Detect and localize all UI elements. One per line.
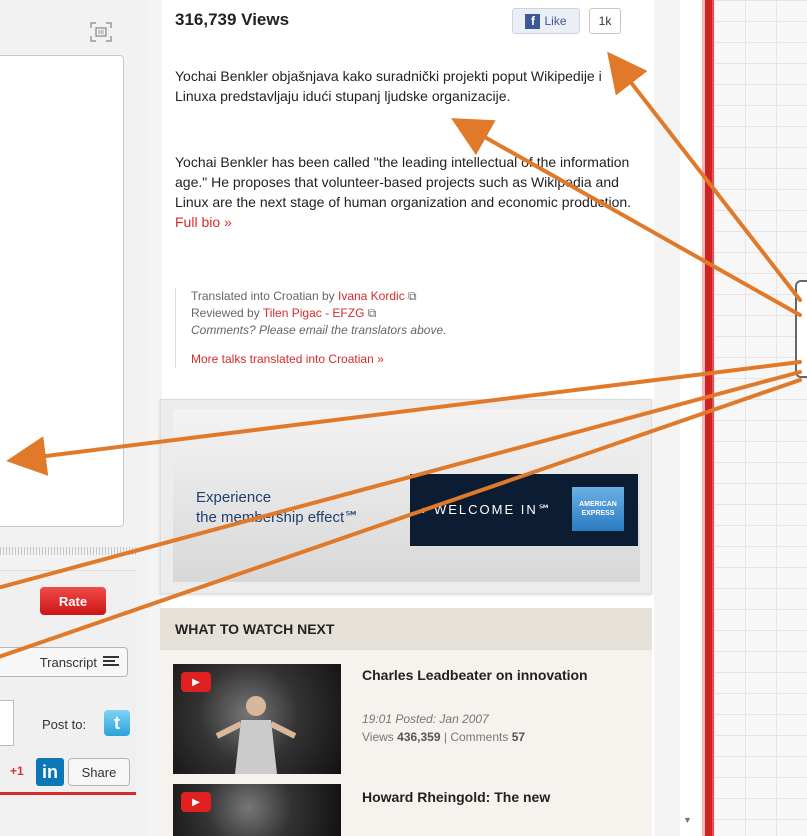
ad-line-2: the membership effect℠ xyxy=(196,509,360,526)
ad-text: Experience the membership effect℠ xyxy=(196,488,359,528)
like-count: 1k xyxy=(589,8,621,34)
video-thumbnail[interactable]: ▶ xyxy=(173,664,341,774)
external-link-icon[interactable]: ⧉ xyxy=(368,306,377,320)
post-to-label: Post to: xyxy=(42,717,87,732)
video-player[interactable] xyxy=(0,55,124,527)
scroll-down-arrow-icon[interactable]: ▼ xyxy=(683,815,692,825)
view-count: 316,739 Views xyxy=(175,10,290,29)
meta-separator: | xyxy=(443,730,447,744)
red-separator-bar xyxy=(702,0,714,836)
comments-value: 57 xyxy=(511,730,526,744)
talk-description-english: Yochai Benkler has been called "the lead… xyxy=(175,152,645,232)
comments-note: Comments? Please email the translators a… xyxy=(191,323,447,337)
talk-duration-posted: 19:01 Posted: Jan 2007 xyxy=(362,712,489,726)
facebook-like-label: Like xyxy=(544,14,567,28)
play-icon[interactable]: ▶ xyxy=(181,672,211,692)
speaker-figure xyxy=(215,696,297,774)
transcript-label: Transcript xyxy=(39,654,97,670)
fullscreen-icon[interactable] xyxy=(90,22,112,42)
views-value: 436,359 xyxy=(397,730,441,744)
more-talks-link[interactable]: More talks translated into Croatian » xyxy=(191,351,575,368)
amex-logo: AMERICAN EXPRESS xyxy=(572,487,624,531)
translated-prefix: Translated into Croatian by xyxy=(191,289,335,303)
post-input[interactable] xyxy=(0,700,14,746)
share-button[interactable]: Share xyxy=(68,758,130,786)
reviewer-link[interactable]: Tilen Pigac - EFZG xyxy=(263,306,365,320)
translation-credits: Translated into Croatian by Ivana Kordic… xyxy=(175,288,575,368)
spreadsheet-background xyxy=(714,0,807,836)
facebook-icon: f xyxy=(525,13,541,29)
translator-link[interactable]: Ivana Kordic xyxy=(338,289,405,303)
progress-strip[interactable] xyxy=(0,547,136,555)
talk-title-link[interactable]: Charles Leadbeater on innovation xyxy=(362,666,612,684)
facebook-like-button[interactable]: f Like xyxy=(512,8,580,34)
rate-button[interactable]: Rate xyxy=(40,587,106,615)
talk-meta: 19:01 Posted: Jan 2007 Views 436,359 | C… xyxy=(362,710,525,746)
reviewed-prefix: Reviewed by xyxy=(191,306,260,320)
divider xyxy=(0,792,136,795)
full-bio-link[interactable]: Full bio » xyxy=(175,214,232,230)
views-label: Views xyxy=(362,730,394,744)
ad-line-1: Experience xyxy=(196,489,272,506)
callout-box xyxy=(795,280,807,378)
twitter-icon[interactable]: t xyxy=(104,710,130,736)
comments-label: Comments xyxy=(450,730,509,744)
watch-next-header: WHAT TO WATCH NEXT xyxy=(160,608,652,650)
google-plus-icon[interactable]: +1 xyxy=(10,764,24,778)
video-thumbnail[interactable]: ▶ xyxy=(173,784,341,836)
linkedin-icon[interactable]: in xyxy=(36,758,64,786)
transcript-button[interactable]: Transcript xyxy=(0,647,128,677)
external-link-icon[interactable]: ⧉ xyxy=(408,289,417,303)
talk-title-link[interactable]: Howard Rheingold: The new xyxy=(362,788,612,806)
translated-by-line: Translated into Croatian by Ivana Kordic… xyxy=(191,288,575,305)
reviewed-by-line: Reviewed by Tilen Pigac - EFZG ⧉ xyxy=(191,305,575,322)
transcript-lines-icon xyxy=(103,656,119,666)
talk-description-translated: Yochai Benkler objašnjava kako suradničk… xyxy=(175,68,602,104)
description-text: Yochai Benkler has been called "the lead… xyxy=(175,154,632,210)
play-icon[interactable]: ▶ xyxy=(181,792,211,812)
